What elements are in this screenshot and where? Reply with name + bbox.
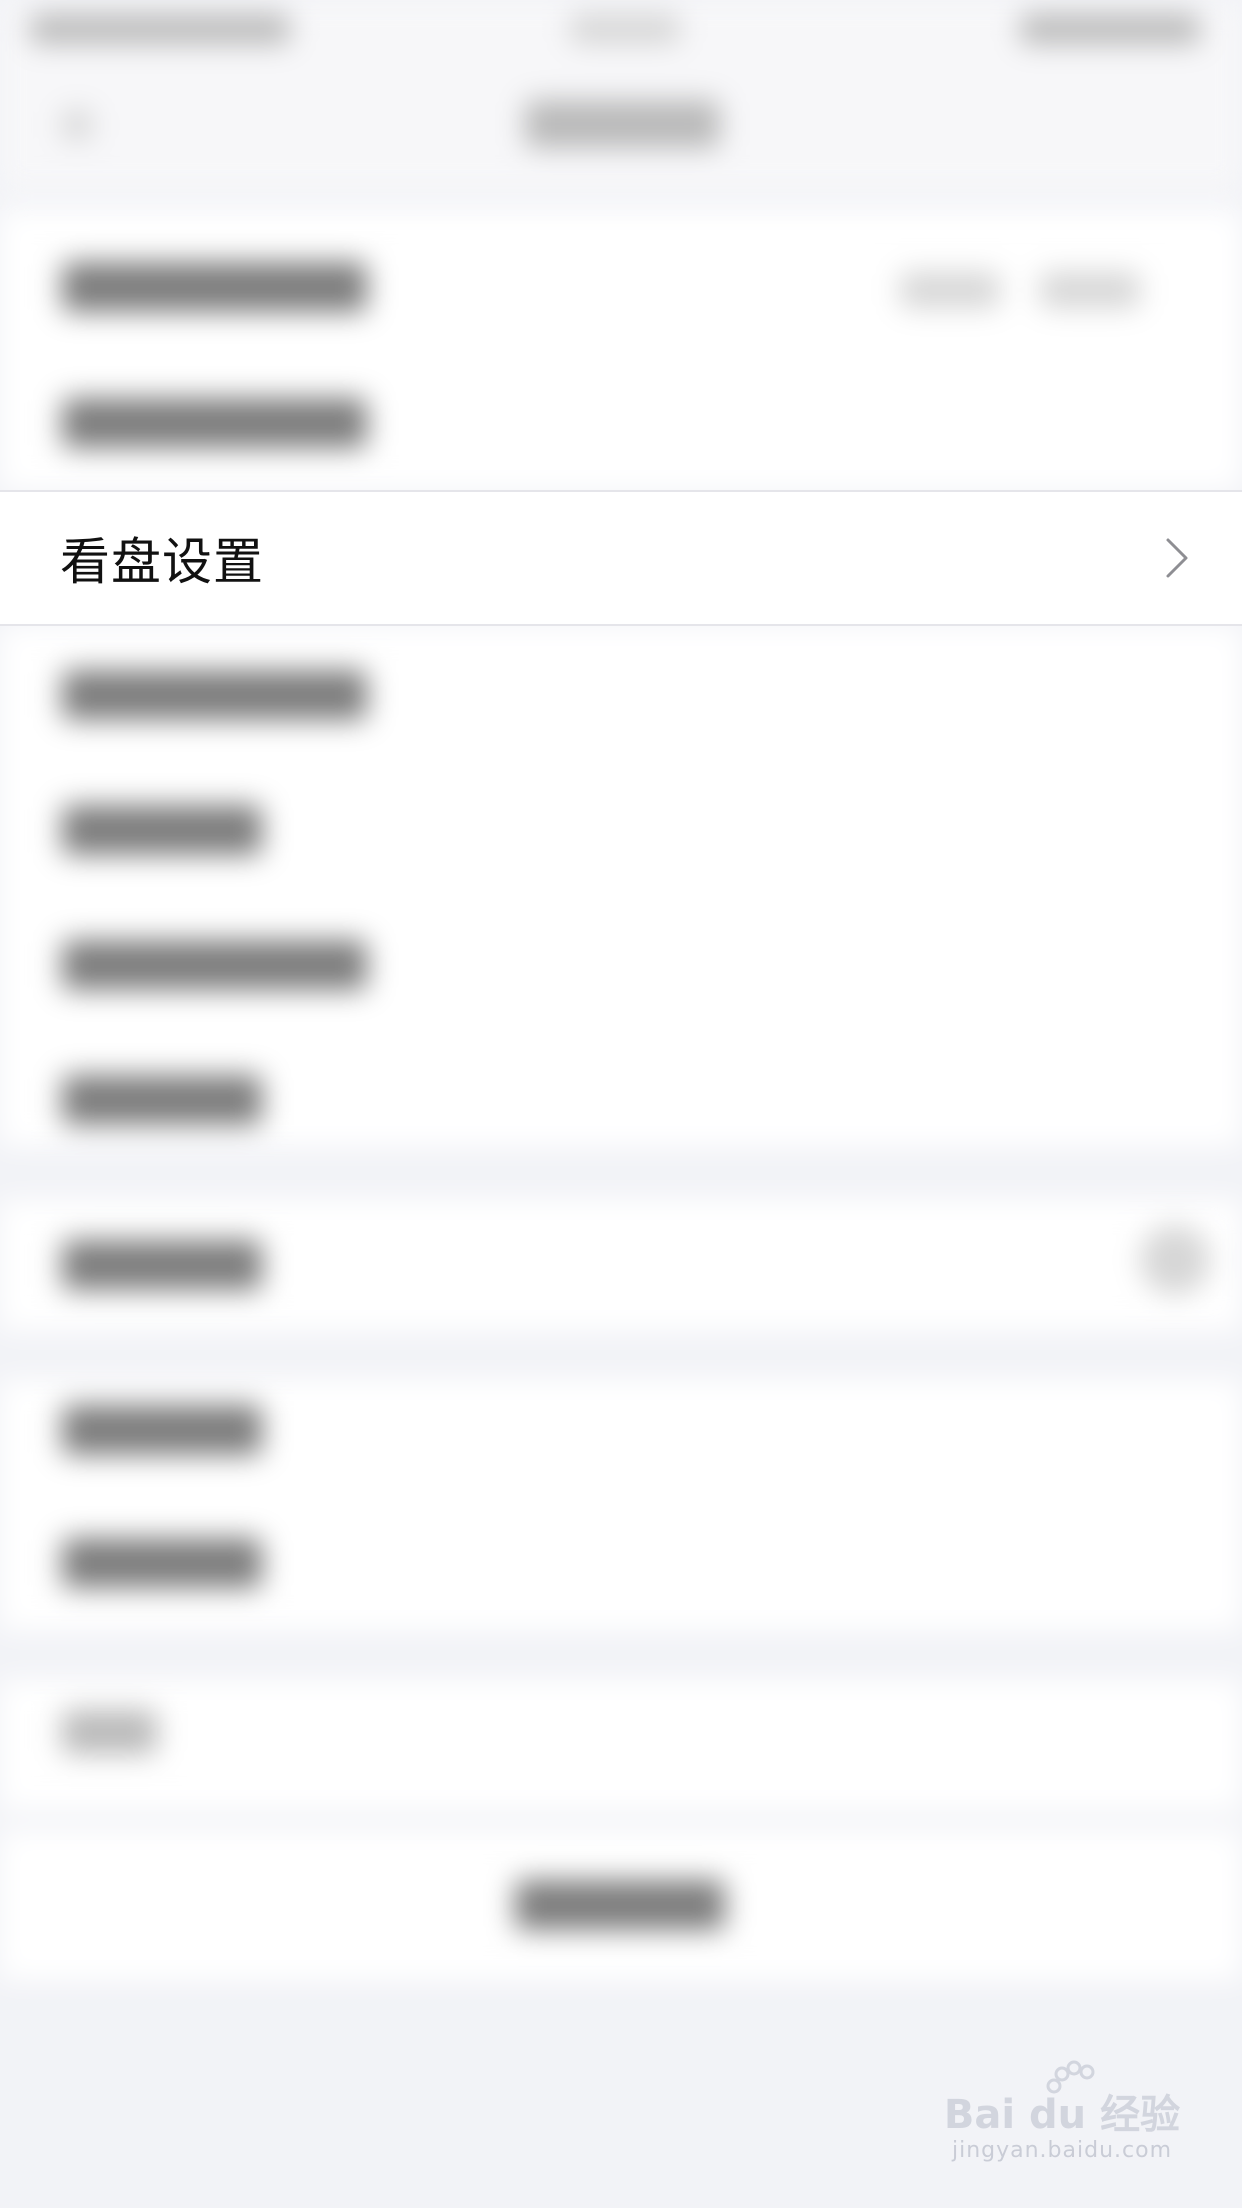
blurred-status-right <box>1020 14 1200 44</box>
watermark-brand: Bai du 经验 <box>943 2092 1181 2138</box>
blurred-background <box>0 0 1242 2208</box>
chevron-right-icon <box>1166 538 1188 578</box>
blurred-row-10-label <box>62 1710 157 1754</box>
blurred-row-1-value-b <box>1040 272 1140 308</box>
blurred-back-button <box>62 110 92 140</box>
settings-row-chart-settings[interactable]: 看盘设置 <box>0 490 1242 626</box>
blurred-row-7-toggle <box>1140 1225 1210 1295</box>
watermark-url: jingyan.baidu.com <box>951 2138 1173 2163</box>
blurred-row-3-label <box>62 670 367 720</box>
blurred-status-time <box>570 14 680 44</box>
blurred-row-2-label <box>62 398 367 448</box>
blurred-status-left <box>30 14 290 44</box>
blurred-row-1-label <box>62 262 367 312</box>
blurred-row-7-label <box>62 1240 262 1290</box>
blurred-row-4-label <box>62 805 262 855</box>
blurred-row-6-label <box>62 1075 262 1125</box>
blurred-row-1-value-a <box>900 272 1000 308</box>
blurred-row-8-label <box>62 1405 262 1455</box>
blurred-row-9-label <box>62 1538 262 1588</box>
blurred-nav-title <box>525 100 720 148</box>
baidu-jingyan-watermark: Bai du 经验 jingyan.baidu.com <box>942 2060 1182 2180</box>
settings-row-label: 看盘设置 <box>60 533 264 591</box>
blurred-group-1 <box>0 210 1242 490</box>
blurred-bottom-button-label <box>515 1880 725 1930</box>
blurred-group-5 <box>0 1680 1242 1810</box>
blurred-row-5-label <box>62 940 367 990</box>
